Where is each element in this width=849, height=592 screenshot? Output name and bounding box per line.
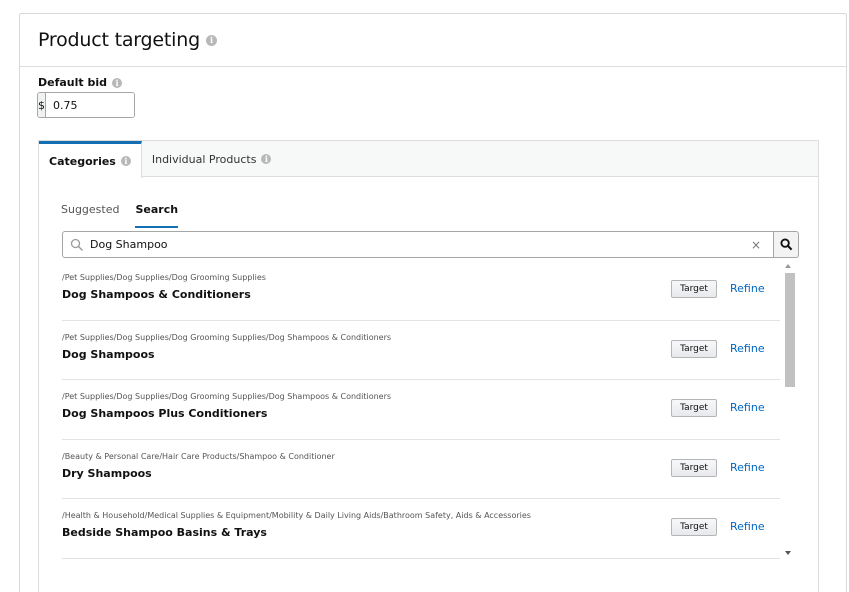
- info-icon[interactable]: i: [261, 154, 272, 164]
- tab-individual-products[interactable]: Individual Products i: [142, 141, 282, 177]
- subtab-suggested[interactable]: Suggested: [61, 203, 119, 228]
- sub-tabs: Suggested Search: [61, 203, 194, 228]
- search-icon: [70, 238, 83, 251]
- category-name: Dog Shampoos Plus Conditioners: [62, 407, 268, 420]
- list-item: /Beauty & Personal Care/Hair Care Produc…: [62, 440, 780, 499]
- target-button[interactable]: Target: [671, 518, 717, 536]
- target-button[interactable]: Target: [671, 399, 717, 417]
- page-title: Product targeting i: [38, 29, 217, 51]
- scroll-up-arrow-icon[interactable]: [785, 264, 791, 268]
- product-targeting-card: Product targeting i Default bid i $ Catego…: [19, 13, 847, 592]
- list-item: /Pet Supplies/Dog Supplies/Dog Grooming …: [62, 261, 780, 321]
- info-icon[interactable]: i: [112, 78, 123, 88]
- refine-link[interactable]: Refine: [730, 520, 765, 533]
- target-button[interactable]: Target: [671, 280, 717, 298]
- search-box: ×: [62, 231, 774, 258]
- search-results: /Pet Supplies/Dog Supplies/Dog Grooming …: [62, 261, 799, 561]
- category-path: /Pet Supplies/Dog Supplies/Dog Grooming …: [62, 392, 392, 401]
- currency-symbol: $: [38, 93, 46, 117]
- tab-individual-products-label: Individual Products: [151, 152, 257, 166]
- scroll-down-arrow-icon[interactable]: [785, 551, 791, 555]
- default-bid-input[interactable]: [46, 93, 134, 117]
- tab-categories-label: Categories: [49, 154, 116, 168]
- clear-icon[interactable]: ×: [745, 238, 767, 252]
- category-path: /Pet Supplies/Dog Supplies/Dog Grooming …: [62, 332, 392, 342]
- card-header: Product targeting i: [20, 14, 846, 67]
- scroll-thumb[interactable]: [785, 273, 795, 387]
- result-list: /Pet Supplies/Dog Supplies/Dog Grooming …: [62, 261, 780, 559]
- default-bid-label-text: Default bid: [38, 76, 108, 89]
- search-row: ×: [62, 231, 799, 258]
- category-name: Bedside Shampoo Basins & Trays: [62, 526, 267, 539]
- subtab-search[interactable]: Search: [135, 203, 179, 228]
- tab-categories[interactable]: Categories i: [39, 141, 142, 178]
- search-icon: [779, 238, 792, 251]
- refine-link[interactable]: Refine: [730, 461, 765, 474]
- category-path: /Health & Household/Medical Supplies & E…: [62, 511, 531, 520]
- info-icon[interactable]: i: [205, 35, 217, 46]
- category-name: Dry Shampoos: [62, 466, 152, 480]
- targeting-tabs-panel: Categories i Individual Products i Suggest…: [38, 140, 819, 592]
- category-path: /Pet Supplies/Dog Supplies/Dog Grooming …: [62, 273, 266, 282]
- target-button[interactable]: Target: [671, 458, 717, 477]
- list-item: /Health & Household/Medical Supplies & E…: [62, 499, 780, 559]
- results-scrollbar[interactable]: [781, 261, 799, 561]
- page-title-text: Product targeting: [38, 29, 200, 51]
- main-tabs-bar: Categories i Individual Products i: [39, 141, 818, 178]
- category-name: Dog Shampoos: [62, 347, 155, 361]
- target-button[interactable]: Target: [671, 339, 717, 358]
- default-bid-field: $: [37, 92, 135, 118]
- list-item: /Pet Supplies/Dog Supplies/Dog Grooming …: [62, 380, 780, 440]
- refine-link[interactable]: Refine: [730, 401, 765, 414]
- list-item: /Pet Supplies/Dog Supplies/Dog Grooming …: [62, 321, 780, 380]
- info-icon[interactable]: i: [120, 156, 131, 166]
- default-bid-label: Default bid i: [38, 76, 123, 89]
- refine-link[interactable]: Refine: [730, 342, 765, 355]
- category-path: /Beauty & Personal Care/Hair Care Produc…: [62, 451, 335, 461]
- category-name: Dog Shampoos & Conditioners: [62, 288, 251, 301]
- refine-link[interactable]: Refine: [730, 282, 765, 295]
- search-input[interactable]: [90, 238, 745, 251]
- search-button[interactable]: [774, 231, 799, 258]
